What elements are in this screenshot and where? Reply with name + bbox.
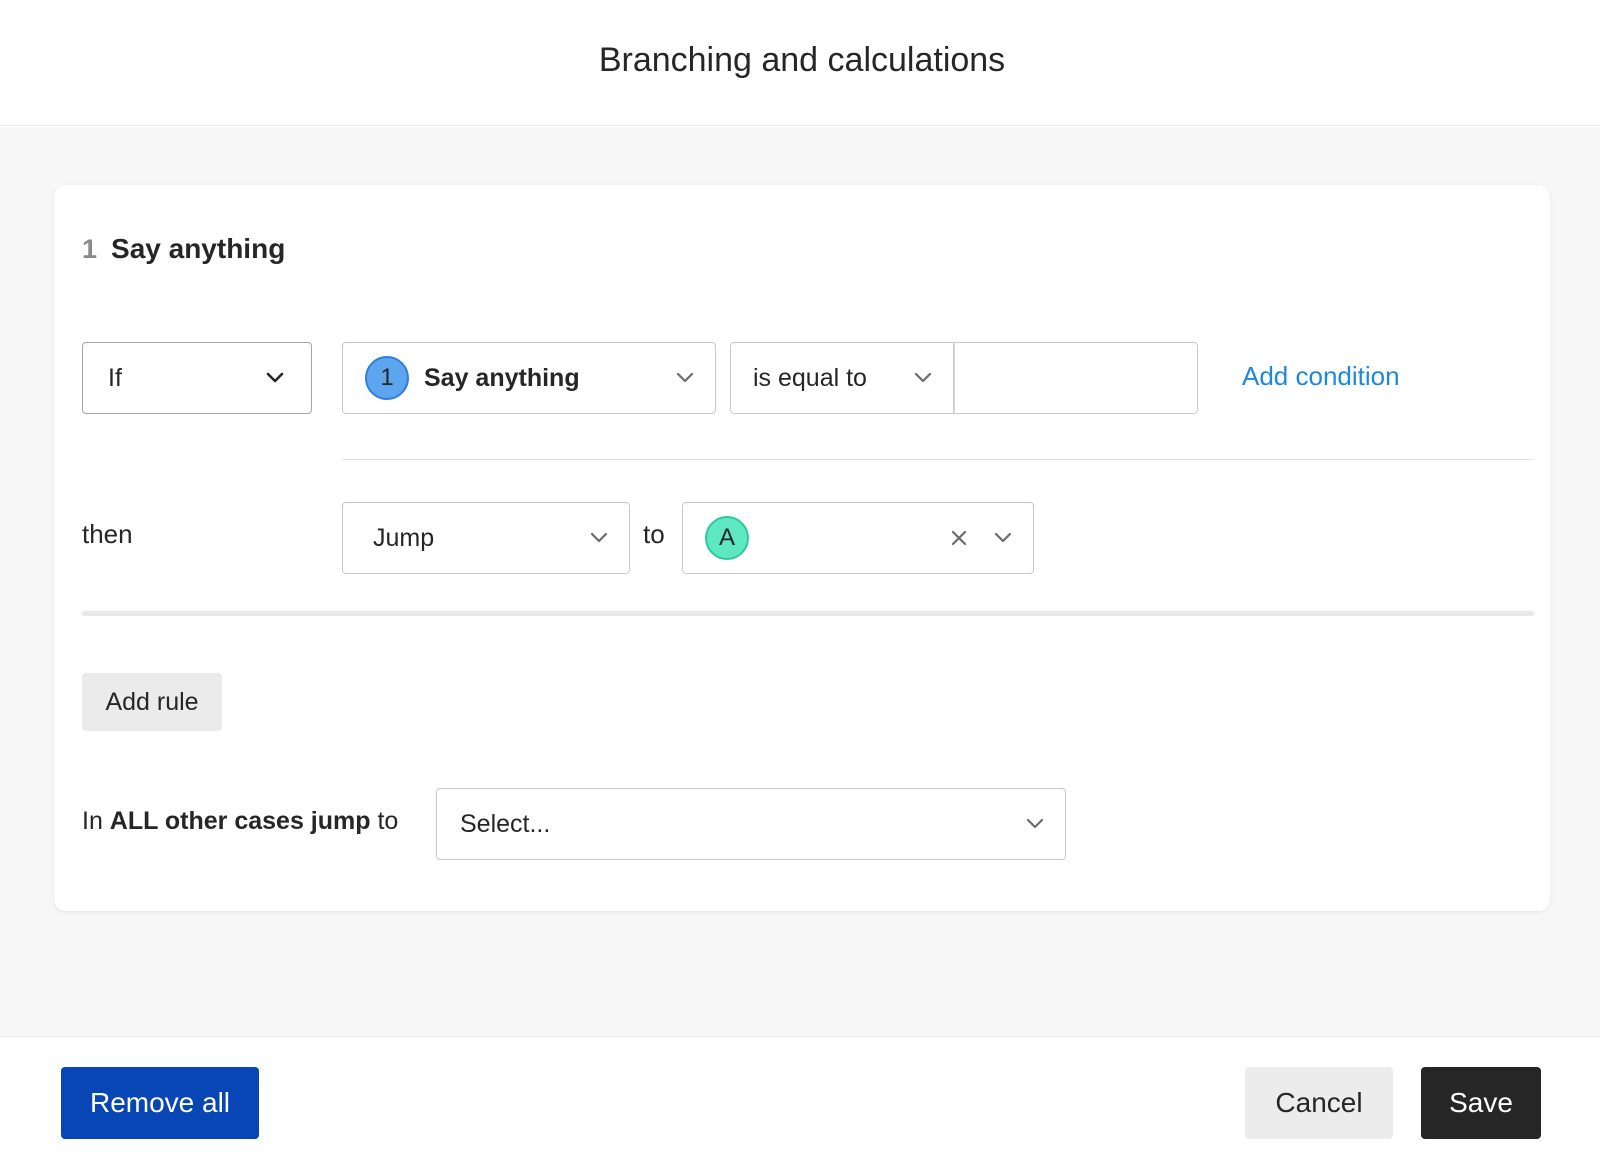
then-label: then bbox=[82, 519, 133, 549]
chevron-down-icon bbox=[991, 526, 1015, 550]
other-cases-placeholder: Select... bbox=[460, 809, 551, 838]
chevron-down-icon bbox=[673, 366, 697, 390]
rule-divider bbox=[82, 611, 1534, 616]
add-rule-button[interactable]: Add rule bbox=[82, 673, 222, 731]
chevron-down-icon bbox=[911, 366, 935, 390]
close-icon[interactable] bbox=[949, 528, 969, 548]
modal-body: 1 Say anything If 1 Say anything is equa… bbox=[0, 127, 1600, 1037]
chevron-down-icon bbox=[587, 526, 611, 550]
other-cases-select[interactable]: Select... bbox=[436, 788, 1066, 860]
question-number: 1 bbox=[82, 234, 98, 264]
save-button[interactable]: Save bbox=[1421, 1067, 1541, 1139]
target-badge: A bbox=[705, 516, 749, 560]
branching-card: 1 Say anything If 1 Say anything is equa… bbox=[54, 185, 1550, 911]
condition-type-select[interactable]: If bbox=[82, 342, 312, 414]
question-select[interactable]: 1 Say anything bbox=[342, 342, 716, 414]
divider bbox=[342, 459, 1534, 460]
question-heading: 1 Say anything bbox=[82, 233, 285, 265]
modal-footer: Remove all Cancel Save bbox=[0, 1037, 1600, 1163]
question-name: Say anything bbox=[111, 233, 286, 264]
remove-all-button[interactable]: Remove all bbox=[61, 1067, 259, 1139]
other-cases-suffix: to bbox=[370, 807, 399, 835]
cancel-button[interactable]: Cancel bbox=[1245, 1067, 1393, 1139]
chevron-down-icon bbox=[1023, 812, 1047, 836]
action-select[interactable]: Jump bbox=[342, 502, 630, 574]
other-cases-label: In ALL other cases jump to bbox=[82, 807, 398, 836]
jump-target-select[interactable]: A bbox=[682, 502, 1034, 574]
modal-title: Branching and calculations bbox=[598, 41, 1006, 79]
action-value: Jump bbox=[373, 523, 435, 552]
question-number-badge: 1 bbox=[365, 356, 409, 400]
question-select-value: Say anything bbox=[424, 363, 580, 392]
condition-type-value: If bbox=[108, 363, 122, 392]
chevron-down-icon bbox=[263, 366, 287, 390]
to-label: to bbox=[643, 519, 665, 549]
operator-select[interactable]: is equal to bbox=[730, 342, 954, 414]
modal-header: Branching and calculations bbox=[0, 0, 1600, 126]
other-cases-bold: ALL other cases jump bbox=[109, 807, 371, 835]
operator-value: is equal to bbox=[753, 363, 867, 392]
add-condition-link[interactable]: Add condition bbox=[1242, 361, 1400, 392]
condition-value-input[interactable] bbox=[954, 342, 1198, 414]
other-cases-prefix: In bbox=[82, 807, 110, 835]
